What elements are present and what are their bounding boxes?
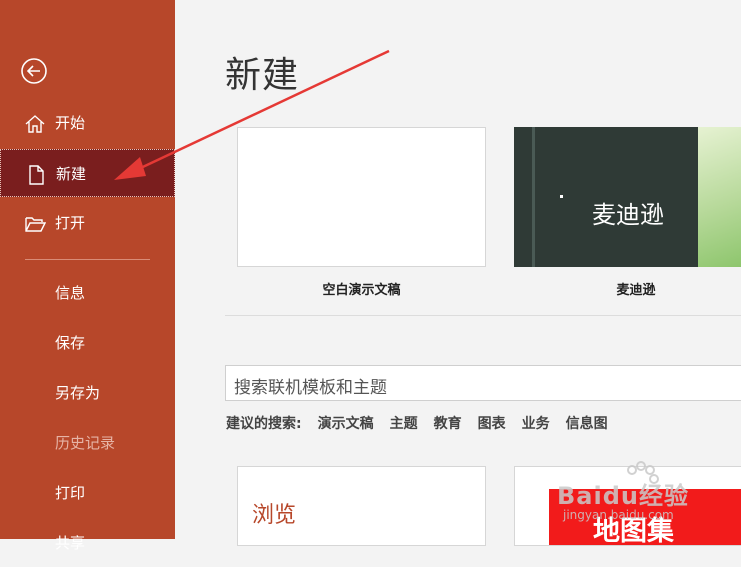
nav-label-save: 保存	[55, 334, 86, 352]
nav-item-info[interactable]: 信息	[0, 269, 175, 317]
madison-edge-line	[532, 127, 535, 267]
sidebar: 开始 新建 打开 信息 保存 另存为 历史记录 打印 共享	[0, 0, 175, 552]
nav-label-print: 打印	[55, 484, 86, 502]
home-icon	[25, 115, 45, 133]
section-divider	[225, 315, 741, 316]
nav-item-home[interactable]: 开始	[0, 99, 175, 147]
template-blank-presentation[interactable]	[237, 127, 486, 267]
nav-item-history[interactable]: 历史记录	[0, 419, 175, 467]
new-document-icon	[29, 165, 44, 185]
nav-label-history: 历史记录	[55, 434, 116, 452]
suggestion-link[interactable]: 图表	[478, 413, 506, 433]
nav-item-save-as[interactable]: 另存为	[0, 369, 175, 417]
nav-label-open: 打开	[55, 214, 86, 232]
nav-label-save-as: 另存为	[55, 384, 101, 402]
template-browse[interactable]: 浏览	[237, 466, 486, 546]
suggestion-link[interactable]: 业务	[522, 413, 550, 433]
baidu-watermark: Baidu经验 jingyan.baidu.com	[555, 458, 735, 528]
nav-label-share: 共享	[55, 534, 86, 552]
suggestion-link[interactable]: 主题	[390, 413, 418, 433]
browse-preview-text: 浏览	[252, 503, 297, 528]
nav-item-share[interactable]: 共享	[0, 519, 175, 567]
madison-accent-mark	[560, 195, 563, 198]
template-label-madison: 麦迪逊	[616, 283, 656, 298]
search-input[interactable]: 搜索联机模板和主题	[225, 365, 741, 401]
search-placeholder: 搜索联机模板和主题	[234, 378, 387, 398]
nav-item-print[interactable]: 打印	[0, 469, 175, 517]
back-arrow-icon[interactable]	[20, 57, 48, 85]
sidebar-divider	[25, 259, 150, 260]
madison-green-panel	[698, 127, 741, 267]
suggested-searches-label: 建议的搜索:	[226, 416, 302, 432]
nav-label-new: 新建	[56, 165, 87, 183]
suggestion-link[interactable]: 演示文稿	[318, 413, 374, 433]
nav-label-info: 信息	[55, 284, 86, 302]
nav-label-home: 开始	[55, 114, 86, 132]
suggested-searches: 建议的搜索: 演示文稿 主题 教育 图表 业务 信息图	[226, 413, 608, 433]
madison-preview-text: 麦迪逊	[592, 201, 664, 229]
suggestion-link[interactable]: 教育	[434, 413, 462, 433]
template-madison[interactable]: 麦迪逊	[514, 127, 741, 267]
watermark-brand: Baidu经验	[557, 482, 689, 510]
open-folder-icon	[25, 217, 46, 232]
page-title: 新建	[225, 55, 300, 96]
nav-item-save[interactable]: 保存	[0, 319, 175, 367]
nav-item-open[interactable]: 打开	[0, 199, 175, 247]
template-label-blank: 空白演示文稿	[322, 283, 401, 298]
watermark-url: jingyan.baidu.com	[563, 508, 674, 522]
nav-item-new[interactable]: 新建	[0, 149, 175, 197]
suggestion-link[interactable]: 信息图	[566, 413, 608, 433]
